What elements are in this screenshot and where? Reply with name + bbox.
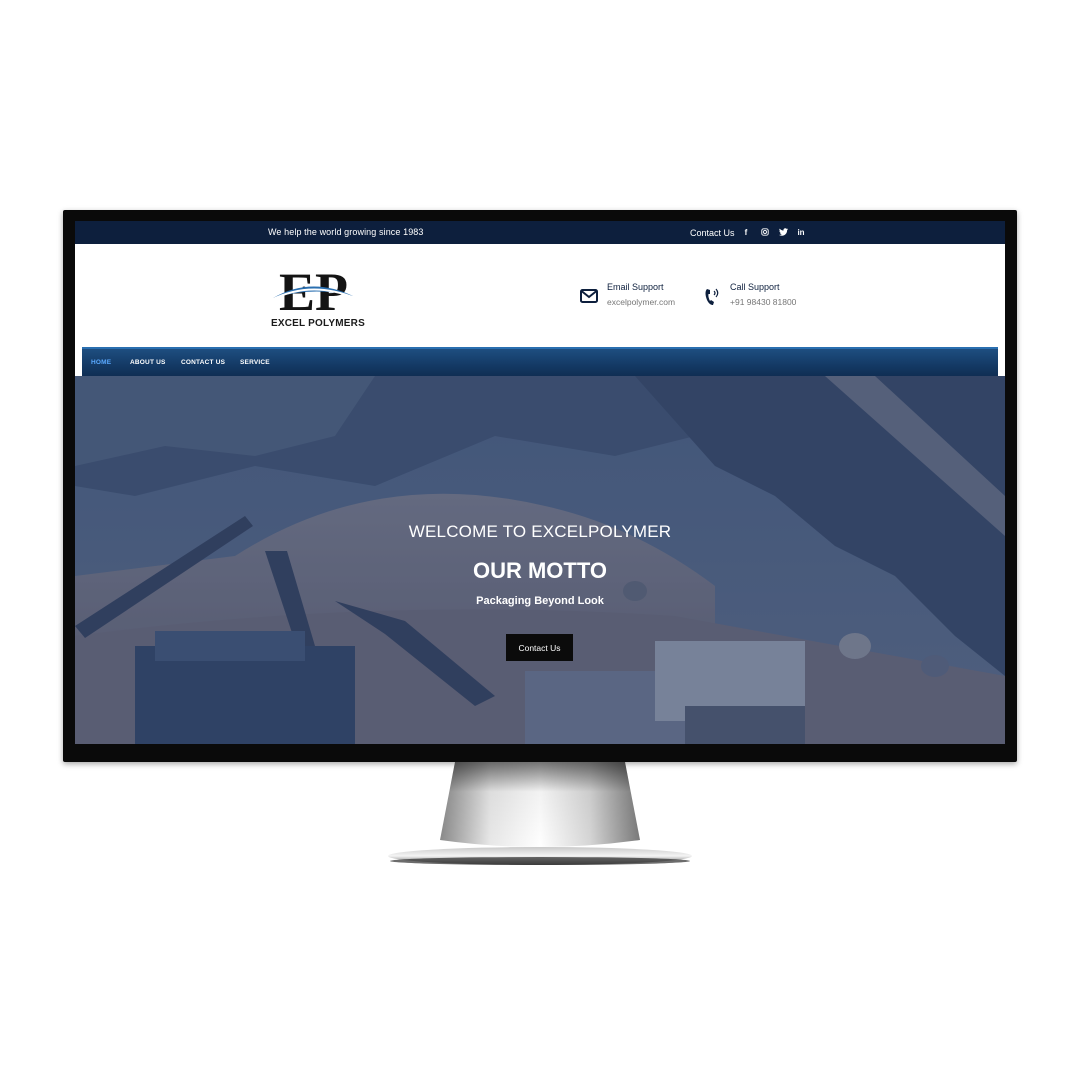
nav-item-contact-us[interactable]: CONTACT US	[181, 359, 225, 366]
topbar-contact-link[interactable]: Contact Us	[690, 228, 735, 238]
logo-text: EXCEL POLYMERS	[271, 318, 365, 329]
linkedin-icon[interactable]: in	[794, 225, 808, 239]
tagline: We help the world growing since 1983	[268, 227, 424, 237]
site-header: EP EXCEL POLYMERS Email Support excelpol…	[75, 244, 1005, 347]
nav-item-about-us[interactable]: ABOUT US	[130, 359, 166, 366]
nav-item-service[interactable]: SERVICE	[240, 359, 270, 366]
email-support-title: Email Support	[607, 282, 664, 292]
email-support-value: excelpolymer.com	[607, 297, 676, 307]
envelope-icon	[580, 289, 598, 303]
phone-icon	[705, 288, 719, 305]
main-nav: HOME ABOUT US CONTACT US SERVICE	[82, 347, 998, 378]
call-support-title: Call Support	[730, 282, 780, 292]
hero-motto-heading: OUR MOTTO	[472, 558, 608, 583]
monitor-stand	[388, 762, 692, 865]
call-support[interactable]: Call Support +91 98430 81800	[702, 282, 812, 312]
page: We help the world growing since 1983 Con…	[0, 0, 1080, 1080]
instagram-icon[interactable]	[758, 225, 772, 239]
nav-item-home[interactable]: HOME	[91, 359, 111, 366]
hero-welcome-heading: WELCOME TO EXCELPOLYMER	[408, 522, 672, 541]
website-screen: We help the world growing since 1983 Con…	[75, 221, 1005, 744]
email-support[interactable]: Email Support excelpolymer.com	[579, 282, 689, 312]
facebook-icon[interactable]: f	[739, 225, 753, 239]
hero-subtitle: Packaging Beyond Look	[476, 595, 604, 607]
call-support-value: +91 98430 81800	[730, 297, 797, 307]
twitter-icon[interactable]	[776, 225, 790, 239]
hero-banner: WELCOME TO EXCELPOLYMER OUR MOTTO Packag…	[75, 376, 1005, 744]
top-bar: We help the world growing since 1983 Con…	[75, 221, 1005, 244]
hero-contact-button[interactable]: Contact Us	[506, 634, 573, 661]
